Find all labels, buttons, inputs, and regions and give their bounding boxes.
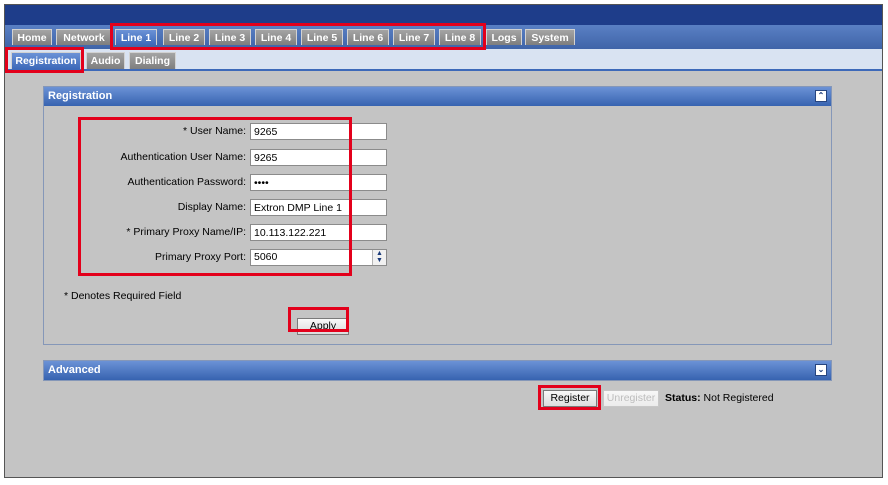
tab-line-5[interactable]: Line 5 xyxy=(301,29,343,45)
subtab-dialing[interactable]: Dialing xyxy=(129,52,176,69)
auth-user-name-label: Authentication User Name: xyxy=(120,151,246,163)
tab-line-3[interactable]: Line 3 xyxy=(209,29,251,45)
user-name-label: * User Name: xyxy=(182,125,246,137)
tab-line-6[interactable]: Line 6 xyxy=(347,29,389,45)
tab-line-2[interactable]: Line 2 xyxy=(163,29,205,45)
advanced-panel-header[interactable]: Advanced ⌄ xyxy=(44,361,831,380)
status-label: Status: xyxy=(665,392,701,404)
main-tab-bar: Home Network Line 1 Line 2 Line 3 Line 4… xyxy=(5,25,882,49)
display-name-input[interactable] xyxy=(250,199,387,216)
advanced-panel[interactable]: Advanced ⌄ xyxy=(43,360,832,381)
primary-proxy-label: * Primary Proxy Name/IP: xyxy=(126,226,246,238)
apply-button[interactable]: Apply xyxy=(297,318,349,335)
registration-panel-header: Registration ⌃ xyxy=(44,87,831,106)
spinner-control[interactable]: ▲ ▼ xyxy=(372,250,386,265)
tab-system[interactable]: System xyxy=(525,29,575,45)
primary-proxy-input[interactable] xyxy=(250,224,387,241)
proxy-port-stepper[interactable]: 5060 ▲ ▼ xyxy=(250,249,387,266)
double-chevron-down-icon[interactable]: ⌄ xyxy=(815,364,827,376)
tab-line-8[interactable]: Line 8 xyxy=(439,29,481,45)
sub-tab-bar: Registration Audio Dialing xyxy=(5,49,882,71)
subtab-registration[interactable]: Registration xyxy=(11,52,81,69)
status-value: Not Registered xyxy=(703,392,774,404)
registration-panel-title: Registration xyxy=(48,90,113,102)
spinner-down-icon[interactable]: ▼ xyxy=(373,257,386,264)
registration-panel: Registration ⌃ * User Name: Authenticati… xyxy=(43,86,832,345)
spinner-up-icon[interactable]: ▲ xyxy=(373,250,386,257)
display-name-label: Display Name: xyxy=(177,201,246,213)
registration-status: Status: Not Registered xyxy=(665,392,774,404)
tab-line-4[interactable]: Line 4 xyxy=(255,29,297,45)
subtab-audio[interactable]: Audio xyxy=(86,52,125,69)
auth-password-label: Authentication Password: xyxy=(127,176,246,188)
user-name-input[interactable] xyxy=(250,123,387,140)
register-button[interactable]: Register xyxy=(543,390,597,407)
proxy-port-value: 5060 xyxy=(254,251,278,263)
tab-line-7[interactable]: Line 7 xyxy=(393,29,435,45)
app-window: Home Network Line 1 Line 2 Line 3 Line 4… xyxy=(4,4,883,478)
tab-line-1[interactable]: Line 1 xyxy=(115,29,157,45)
tab-logs[interactable]: Logs xyxy=(486,29,522,45)
auth-password-input[interactable] xyxy=(250,174,387,191)
required-field-note: * Denotes Required Field xyxy=(64,290,182,302)
auth-user-name-input[interactable] xyxy=(250,149,387,166)
proxy-port-label: Primary Proxy Port: xyxy=(154,251,246,263)
advanced-panel-title: Advanced xyxy=(48,364,101,376)
unregister-button[interactable]: Unregister xyxy=(603,390,659,407)
double-chevron-up-icon[interactable]: ⌃ xyxy=(815,90,827,102)
tab-network[interactable]: Network xyxy=(56,29,112,45)
tab-home[interactable]: Home xyxy=(12,29,52,45)
title-bar xyxy=(5,5,882,25)
